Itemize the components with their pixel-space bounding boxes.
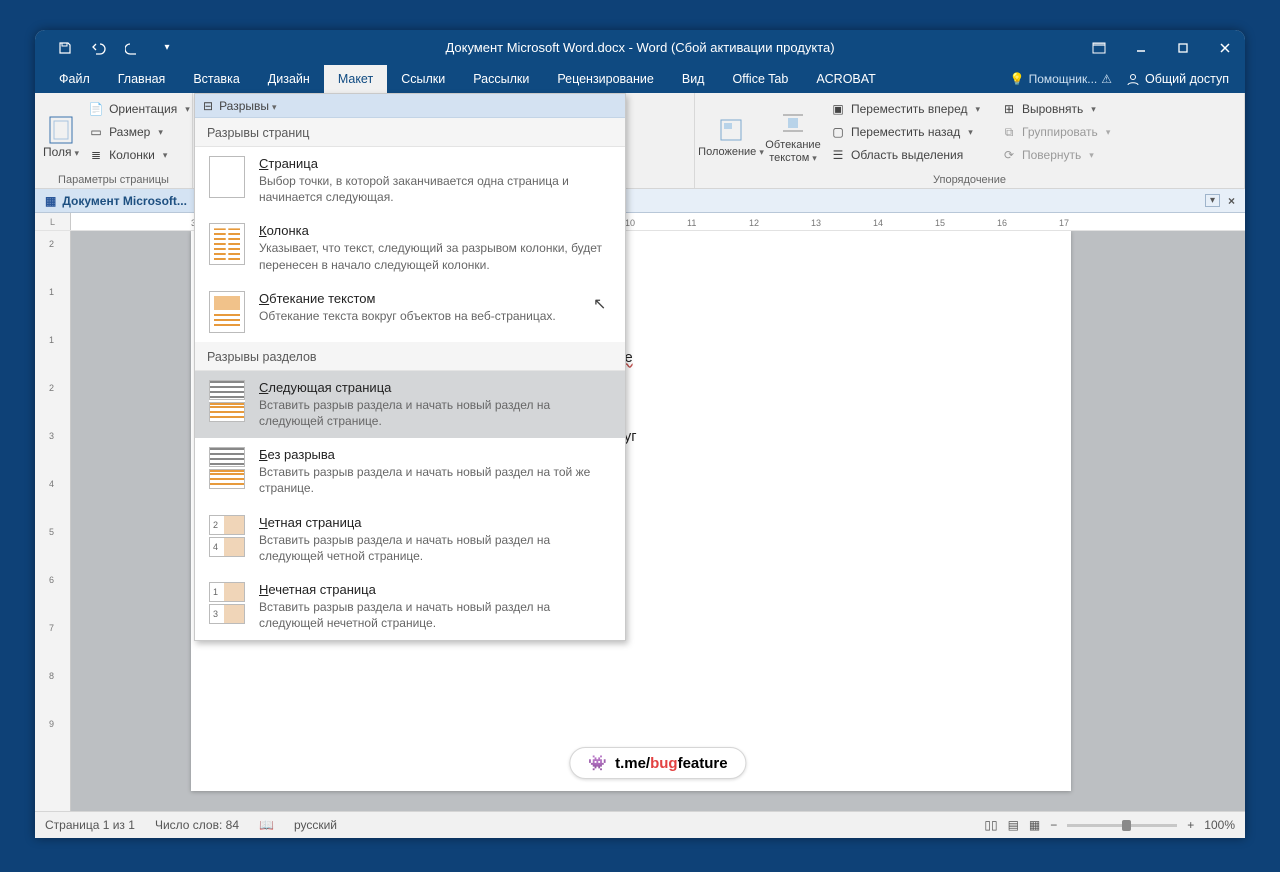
word-count-status[interactable]: Число слов: 84 bbox=[155, 818, 239, 832]
send-backward-icon: ▢ bbox=[830, 124, 846, 140]
size-icon: ▭ bbox=[88, 124, 104, 140]
selection-pane-icon: ☰ bbox=[830, 147, 846, 163]
breaks-dropdown: ⊟ Разрывы Разрывы страниц Страница Выбор… bbox=[194, 93, 626, 641]
page-break-icon bbox=[209, 156, 245, 198]
tab-file[interactable]: Файл bbox=[45, 65, 104, 93]
qat-more-icon[interactable]: ▾ bbox=[159, 40, 175, 56]
wrap-text-icon bbox=[779, 109, 807, 137]
orientation-button[interactable]: 📄Ориентация bbox=[85, 99, 193, 119]
watermark-badge: 👾 t.me/bugfeature bbox=[569, 747, 746, 779]
page-count-status[interactable]: Страница 1 из 1 bbox=[45, 818, 135, 832]
group-button[interactable]: ⧉Группировать bbox=[998, 122, 1128, 142]
web-layout-button[interactable]: ▦ bbox=[1029, 818, 1040, 832]
titlebar: ▾ Документ Microsoft Word.docx - Word (С… bbox=[35, 30, 1245, 65]
ribbon-tabs: Файл Главная Вставка Дизайн Макет Ссылки… bbox=[35, 65, 1245, 93]
undo-icon[interactable] bbox=[91, 40, 107, 56]
ribbon-display-button[interactable] bbox=[1079, 34, 1119, 62]
zoom-out-button[interactable]: − bbox=[1050, 818, 1057, 832]
tab-design[interactable]: Дизайн bbox=[254, 65, 324, 93]
document-tab[interactable]: ▦ Документ Microsoft... bbox=[35, 189, 198, 212]
break-next-page-item[interactable]: Следующая страница Вставить разрыв разде… bbox=[195, 371, 625, 438]
break-odd-page-item[interactable]: 13 Нечетная страница Вставить разрыв раз… bbox=[195, 573, 625, 640]
ruler-corner: L bbox=[35, 213, 71, 230]
page-breaks-section-label: Разрывы страниц bbox=[195, 118, 625, 147]
redo-icon[interactable] bbox=[125, 40, 141, 56]
tab-officetab[interactable]: Office Tab bbox=[718, 65, 802, 93]
tab-references[interactable]: Ссылки bbox=[387, 65, 459, 93]
statusbar: Страница 1 из 1 Число слов: 84 📖 русский… bbox=[35, 811, 1245, 838]
zoom-slider[interactable] bbox=[1067, 824, 1177, 827]
vertical-ruler[interactable]: 21123456789 bbox=[35, 231, 71, 811]
tab-close-button[interactable]: × bbox=[1224, 194, 1239, 208]
lightbulb-icon: 💡 bbox=[1010, 72, 1025, 86]
tab-mailings[interactable]: Рассылки bbox=[459, 65, 543, 93]
tab-insert[interactable]: Вставка bbox=[179, 65, 253, 93]
read-mode-button[interactable]: ▯▯ bbox=[984, 818, 997, 832]
save-icon[interactable] bbox=[57, 40, 73, 56]
quick-access-toolbar: ▾ bbox=[35, 40, 175, 56]
position-icon bbox=[717, 116, 745, 144]
breaks-button[interactable]: ⊟ Разрывы bbox=[195, 94, 625, 118]
tab-home[interactable]: Главная bbox=[104, 65, 180, 93]
tab-acrobat[interactable]: ACROBAT bbox=[802, 65, 890, 93]
warning-icon: ⚠ bbox=[1101, 72, 1112, 86]
proofing-icon[interactable]: 📖 bbox=[259, 818, 274, 832]
section-breaks-section-label: Разрывы разделов bbox=[195, 342, 625, 371]
word-doc-icon: ▦ bbox=[45, 194, 56, 208]
alien-icon: 👾 bbox=[588, 754, 607, 772]
even-page-break-icon: 24 bbox=[209, 515, 245, 557]
break-page-item[interactable]: Страница Выбор точки, в которой заканчив… bbox=[195, 147, 625, 214]
minimize-button[interactable] bbox=[1121, 34, 1161, 62]
break-column-item[interactable]: Колонка Указывает, что текст, следующий … bbox=[195, 214, 625, 281]
rotate-button[interactable]: ⟳Повернуть bbox=[998, 145, 1128, 165]
size-button[interactable]: ▭Размер bbox=[85, 122, 193, 142]
tab-menu-button[interactable]: ▾ bbox=[1205, 194, 1220, 207]
align-button[interactable]: ⊞Выровнять bbox=[998, 99, 1128, 119]
tab-view[interactable]: Вид bbox=[668, 65, 719, 93]
page-setup-group-label: Параметры страницы bbox=[43, 172, 184, 186]
arrange-group-label: Упорядочение bbox=[703, 172, 1236, 186]
print-layout-button[interactable]: ▤ bbox=[1008, 818, 1019, 832]
orientation-icon: 📄 bbox=[88, 101, 104, 117]
bring-forward-button[interactable]: ▣Переместить вперед bbox=[827, 99, 992, 119]
maximize-button[interactable] bbox=[1163, 34, 1203, 62]
selection-pane-button[interactable]: ☰Область выделения bbox=[827, 145, 992, 165]
breaks-icon: ⊟ bbox=[203, 99, 213, 113]
position-button[interactable]: Положение bbox=[703, 97, 759, 172]
margins-button[interactable]: Поля bbox=[43, 97, 79, 172]
break-even-page-item[interactable]: 24 Четная страница Вставить разрыв разде… bbox=[195, 506, 625, 573]
word-window: ▾ Документ Microsoft Word.docx - Word (С… bbox=[35, 30, 1245, 838]
break-wrapping-item[interactable]: Обтекание текстом Обтекание текста вокру… bbox=[195, 282, 625, 342]
zoom-in-button[interactable]: + bbox=[1187, 818, 1194, 832]
language-status[interactable]: русский bbox=[294, 818, 337, 832]
margins-icon bbox=[47, 115, 75, 143]
tell-me-search[interactable]: 💡 Помощник... ⚠ bbox=[1010, 72, 1112, 86]
window-title: Документ Microsoft Word.docx - Word (Сбо… bbox=[445, 40, 834, 55]
odd-page-break-icon: 13 bbox=[209, 582, 245, 624]
column-break-icon bbox=[209, 223, 245, 265]
zoom-value[interactable]: 100% bbox=[1204, 818, 1235, 832]
ribbon: Поля 📄Ориентация ▭Размер ≣Колонки Параме… bbox=[35, 93, 1245, 189]
bring-forward-icon: ▣ bbox=[830, 101, 846, 117]
person-icon bbox=[1126, 72, 1140, 86]
columns-button[interactable]: ≣Колонки bbox=[85, 145, 193, 165]
tab-review[interactable]: Рецензирование bbox=[543, 65, 668, 93]
columns-icon: ≣ bbox=[88, 147, 104, 163]
rotate-icon: ⟳ bbox=[1001, 147, 1017, 163]
align-icon: ⊞ bbox=[1001, 101, 1017, 117]
wrap-text-button[interactable]: Обтекание текстом bbox=[765, 97, 821, 172]
share-button[interactable]: Общий доступ bbox=[1116, 72, 1239, 86]
group-icon: ⧉ bbox=[1001, 124, 1017, 140]
continuous-break-icon bbox=[209, 447, 245, 489]
next-page-break-icon bbox=[209, 380, 245, 422]
close-button[interactable] bbox=[1205, 34, 1245, 62]
tab-layout[interactable]: Макет bbox=[324, 65, 387, 93]
text-wrapping-break-icon bbox=[209, 291, 245, 333]
send-backward-button[interactable]: ▢Переместить назад bbox=[827, 122, 992, 142]
break-continuous-item[interactable]: Без разрыва Вставить разрыв раздела и на… bbox=[195, 438, 625, 505]
